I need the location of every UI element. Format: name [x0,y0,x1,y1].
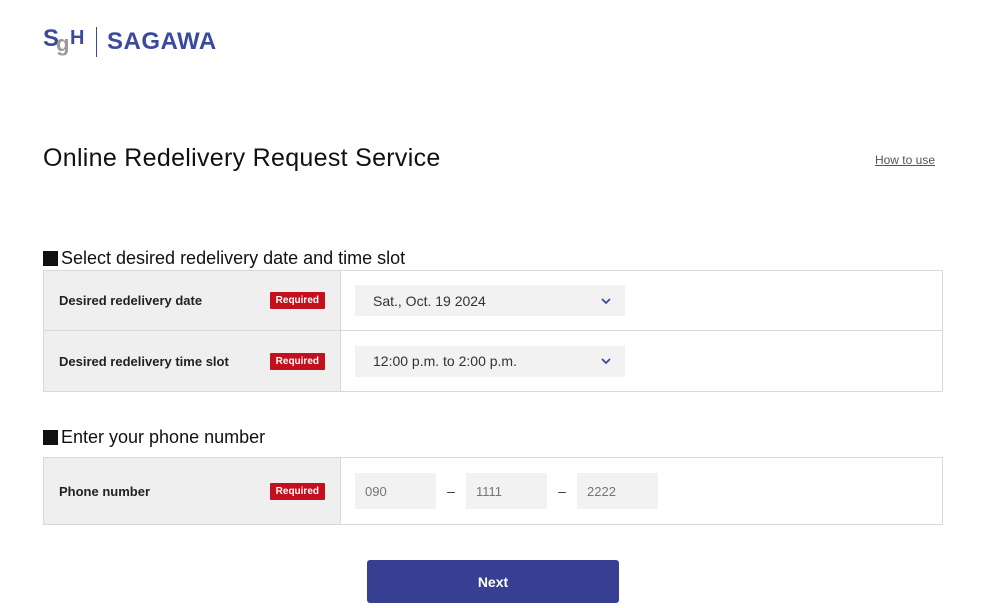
required-badge: Required [269,482,325,500]
date-row: Desired redelivery date Required Sat., O… [44,271,942,331]
date-select-value: Sat., Oct. 19 2024 [373,292,486,309]
sgh-logo-mark: S g H [43,25,89,59]
section-heading-phone: Enter your phone number [43,427,265,448]
square-bullet-icon [43,251,58,266]
required-badge: Required [269,292,325,309]
section-heading-text: Select desired redelivery date and time … [61,248,406,268]
phone-label-cell: Phone number Required [44,458,341,524]
how-to-use-link[interactable]: How to use [875,153,935,167]
time-slot-row: Desired redelivery time slot Required 12… [44,331,942,391]
page-title: Online Redelivery Request Service [43,144,441,172]
date-value-cell: Sat., Oct. 19 2024 [341,271,942,330]
section-heading-text: Enter your phone number [61,427,266,447]
phone-separator: – [558,483,566,499]
phone-form-table: Phone number Required – – [43,457,943,525]
phone-label: Phone number [59,483,151,499]
next-button[interactable]: Next [367,560,619,603]
date-label: Desired redelivery date [59,293,203,308]
logo-letter-h: H [70,27,85,49]
brand-logo[interactable]: S g H SAGAWA [43,25,217,59]
phone-part-2-input[interactable] [466,473,547,509]
time-slot-select[interactable]: 12:00 p.m. to 2:00 p.m. [355,345,625,377]
phone-row: Phone number Required – – [44,458,942,524]
time-slot-select-value: 12:00 p.m. to 2:00 p.m. [373,353,517,369]
time-slot-label: Desired redelivery time slot [59,353,229,369]
logo-divider [96,27,97,57]
redelivery-form-table: Desired redelivery date Required Sat., O… [43,270,943,392]
phone-part-1-input[interactable] [355,473,436,509]
date-label-cell: Desired redelivery date Required [44,271,341,330]
time-slot-value-cell: 12:00 p.m. to 2:00 p.m. [341,331,942,391]
brand-name: SAGAWA [107,28,217,55]
chevron-down-icon [601,297,611,304]
phone-value-cell: – – [341,458,942,524]
chevron-down-icon [601,358,611,365]
section-heading-date-time: Select desired redelivery date and time … [43,248,405,269]
logo-letter-g: g [56,31,70,56]
phone-part-3-input[interactable] [577,473,658,509]
date-select[interactable]: Sat., Oct. 19 2024 [355,285,625,316]
required-badge: Required [269,352,325,370]
time-slot-label-cell: Desired redelivery time slot Required [44,331,341,391]
square-bullet-icon [43,430,58,445]
phone-separator: – [447,483,455,499]
